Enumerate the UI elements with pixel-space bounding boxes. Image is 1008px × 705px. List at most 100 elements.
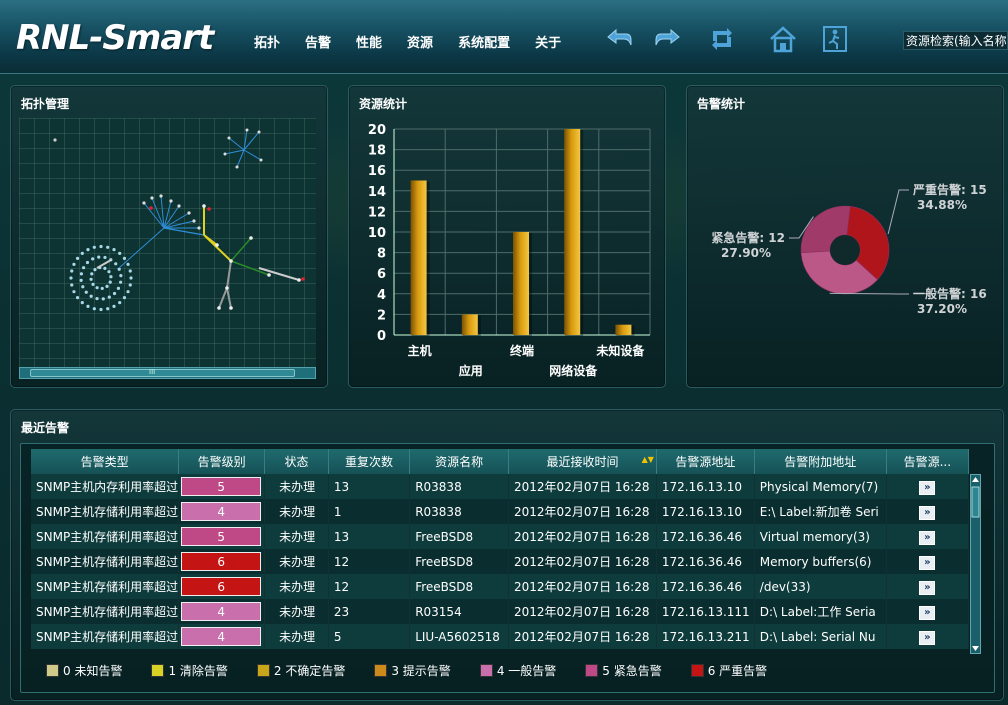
main-nav: 拓扑 告警 性能 资源 系统配置 关于 — [254, 32, 586, 51]
cell-status: 未办理 — [265, 549, 329, 574]
recent-alarms-title: 最近告警 — [21, 419, 69, 436]
table-row[interactable]: SNMP主机存储利用率超过6未办理12FreeBSD82012年02月07日 1… — [31, 574, 969, 599]
col-last-received[interactable]: 最近接收时间▲▼ — [509, 449, 657, 474]
col-source-address[interactable]: 告警源地址 — [656, 449, 754, 474]
cell-extra-address: /dev(33) — [754, 574, 886, 599]
topology-node — [123, 296, 126, 299]
col-resource-name[interactable]: 资源名称 — [410, 449, 509, 474]
topology-node — [97, 256, 100, 259]
detail-arrow-icon[interactable]: » — [919, 481, 935, 495]
nav-alarm[interactable]: 告警 — [305, 32, 331, 51]
cell-source-address: 172.16.13.10 — [656, 474, 754, 499]
col-status[interactable]: 状态 — [265, 449, 329, 474]
table-row[interactable]: SNMP主机存储利用率超过4未办理23R031542012年02月07日 16:… — [31, 599, 969, 624]
cell-alarm-type: SNMP主机内存利用率超过 — [31, 474, 179, 499]
topology-node — [228, 137, 231, 140]
legend-item: 4 一般告警 — [480, 662, 556, 679]
cell-detail: » — [886, 574, 968, 599]
resource-bar-chart: 02468101214161820主机应用终端网络设备未知设备 — [349, 86, 667, 389]
nav-topology[interactable]: 拓扑 — [254, 32, 280, 51]
cell-last-received: 2012年02月07日 16:28 — [509, 499, 657, 524]
topology-node — [105, 285, 108, 288]
nav-system-config[interactable]: 系统配置 — [458, 32, 510, 51]
y-tick-label: 12 — [368, 205, 386, 220]
forward-icon[interactable] — [653, 25, 683, 53]
topology-node — [90, 272, 93, 275]
col-extra-address[interactable]: 告警附加地址 — [754, 449, 886, 474]
bar — [564, 129, 580, 335]
topology-node — [123, 257, 126, 260]
topology-node — [99, 308, 102, 311]
slice-percent: 34.88% — [917, 198, 967, 212]
table-row[interactable]: SNMP主机存储利用率超过4未办理1R038382012年02月07日 16:2… — [31, 499, 969, 524]
topology-link — [229, 138, 244, 150]
detail-arrow-icon[interactable]: » — [919, 581, 935, 595]
topology-link — [119, 228, 164, 268]
topology-canvas[interactable] — [19, 118, 316, 373]
legend-swatch — [46, 664, 59, 677]
topology-node — [260, 159, 263, 162]
alarm-donut-chart: 严重告警: 1534.88%一般告警: 1637.20%紧急告警: 1227.9… — [687, 86, 1005, 389]
exit-icon[interactable] — [820, 25, 850, 53]
resource-search-input[interactable]: 资源检索(输入名称 — [903, 31, 1008, 50]
detail-arrow-icon[interactable]: » — [919, 556, 935, 570]
cell-resource-name: FreeBSD8 — [410, 524, 509, 549]
severity-badge: 4 — [181, 602, 261, 621]
legend-label: 2 不确定告警 — [274, 662, 345, 679]
col-source-more[interactable]: 告警源... — [886, 449, 968, 474]
cell-source-address: 172.16.36.46 — [656, 549, 754, 574]
topology-hscroll[interactable]: III — [19, 367, 316, 379]
topology-node — [80, 279, 83, 282]
sort-arrow-icon[interactable]: ▲▼ — [642, 455, 654, 464]
topology-node — [89, 278, 92, 281]
topology-title: 拓扑管理 — [21, 95, 69, 112]
cell-alarm-type: SNMP主机存储利用率超过 — [31, 549, 179, 574]
topology-hscroll-thumb[interactable]: III — [30, 369, 295, 377]
home-icon[interactable] — [768, 25, 798, 53]
topology-node — [142, 201, 145, 204]
cell-extra-address: Memory buffers(6) — [754, 549, 886, 574]
topology-node — [113, 292, 116, 295]
table-row[interactable]: SNMP主机内存利用率超过5未办理13R038382012年02月07日 16:… — [31, 474, 969, 499]
legend-label: 3 提示告警 — [391, 662, 450, 679]
col-alarm-type[interactable]: 告警类型 — [31, 449, 179, 474]
detail-arrow-icon[interactable]: » — [919, 631, 935, 645]
topology-node — [129, 276, 132, 279]
detail-arrow-icon[interactable]: » — [919, 506, 935, 520]
detail-arrow-icon[interactable]: » — [919, 531, 935, 545]
topology-node — [225, 286, 229, 290]
col-repeat-count[interactable]: 重复次数 — [328, 449, 409, 474]
topology-link — [244, 150, 261, 160]
topology-node — [101, 287, 104, 290]
nav-performance[interactable]: 性能 — [356, 32, 382, 51]
vscroll-arrows-icon — [971, 475, 980, 653]
topology-node — [117, 287, 120, 290]
slice-label: 一般告警: 16 — [913, 286, 987, 301]
cell-extra-address: Physical Memory(7) — [754, 474, 886, 499]
topology-node — [76, 257, 79, 260]
cell-source-address: 172.16.36.46 — [656, 574, 754, 599]
cell-resource-name: R03154 — [410, 599, 509, 624]
severity-badge: 6 — [181, 577, 261, 596]
topology-node — [108, 296, 111, 299]
table-row[interactable]: SNMP主机存储利用率超过5未办理13FreeBSD82012年02月07日 1… — [31, 524, 969, 549]
severity-badge: 4 — [181, 627, 261, 646]
legend-item: 2 不确定告警 — [257, 662, 345, 679]
refresh-icon[interactable] — [707, 25, 737, 53]
severity-badge: 5 — [181, 477, 261, 496]
alarm-table-vscroll[interactable] — [970, 474, 981, 654]
leader-line — [888, 190, 909, 234]
topology-node — [86, 305, 89, 308]
table-row[interactable]: SNMP主机存储利用率超过4未办理5LIU-A56025182012年02月07… — [31, 624, 969, 649]
cell-repeat-count: 12 — [328, 574, 409, 599]
detail-arrow-icon[interactable]: » — [919, 606, 935, 620]
table-row[interactable]: SNMP主机存储利用率超过6未办理12FreeBSD82012年02月07日 1… — [31, 549, 969, 574]
cell-detail: » — [886, 499, 968, 524]
nav-resource[interactable]: 资源 — [407, 32, 433, 51]
back-icon[interactable] — [604, 25, 634, 53]
topology-node — [246, 129, 249, 132]
col-alarm-level[interactable]: 告警级别 — [179, 449, 265, 474]
topology-graph[interactable] — [19, 118, 316, 367]
cell-detail: » — [886, 474, 968, 499]
nav-about[interactable]: 关于 — [535, 32, 561, 51]
